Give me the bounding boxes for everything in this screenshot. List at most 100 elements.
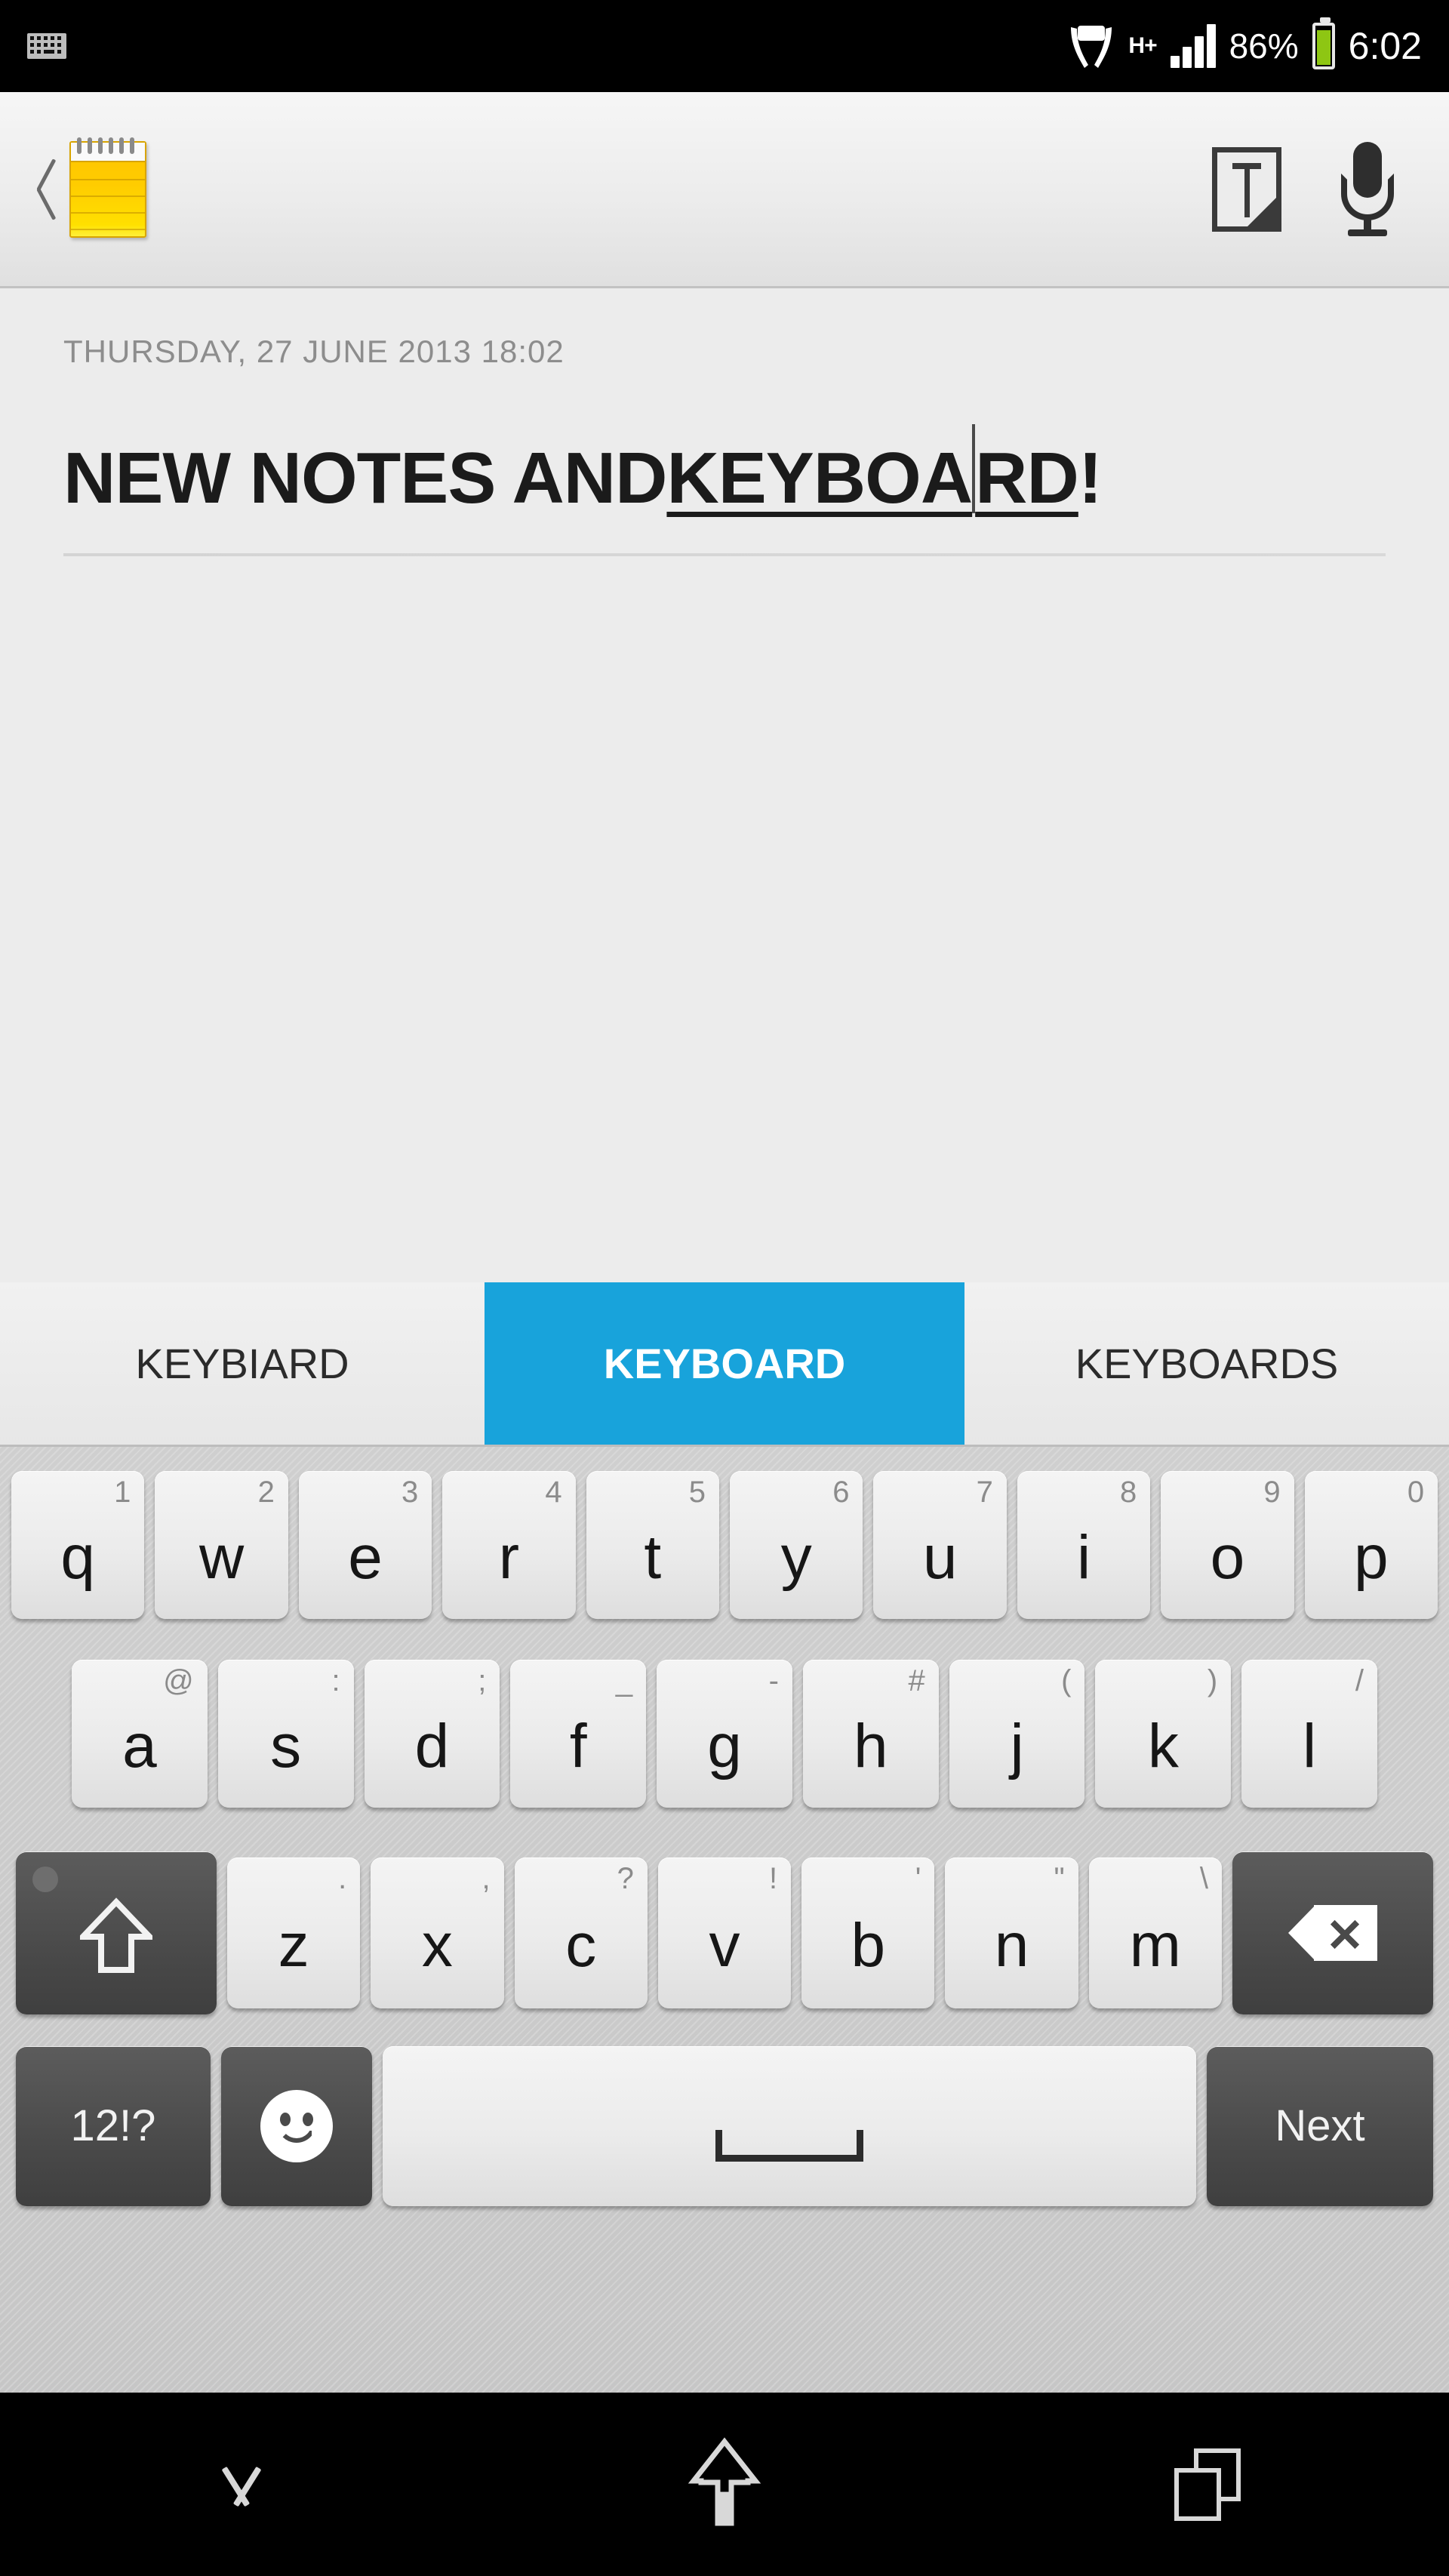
keyboard-icon [27,32,66,60]
key-i[interactable]: 8i [1017,1471,1151,1619]
key-hint: 0 [1407,1476,1425,1509]
note-title-composing-head: KEYBOA [666,438,973,519]
key-label: g [707,1712,742,1780]
key-d[interactable]: ; d [364,1660,500,1808]
key-label: m [1129,1911,1181,1980]
keyboard-row-3: .z ,x ? c ! v ' b " n \ m [0,1832,1449,2034]
suggestion-item-2[interactable]: KEYBOARDS [964,1282,1449,1445]
key-m[interactable]: \ m [1088,1857,1222,2008]
key-y[interactable]: 6y [730,1471,863,1619]
key-label: c [565,1911,597,1980]
row3-letters: .z ,x ? c ! v ' b " n \ m [222,1857,1227,2008]
key-s[interactable]: :s [217,1660,354,1808]
key-f[interactable]: _ f [510,1660,647,1808]
soft-keyboard: 1q 2w 3e 4r 5t 6y 7u 8i 9o 0p @ a :s ; d _… [0,1447,1449,2393]
emoji-key[interactable] [221,2046,372,2206]
note-editor[interactable]: THURSDAY, 27 JUNE 2013 18:02 NEW NOTES A… [0,288,1449,1282]
keyboard-row-1: 1q 2w 3e 4r 5t 6y 7u 8i 9o 0p [0,1447,1449,1636]
key-r[interactable]: 4r [442,1471,576,1619]
key-p[interactable]: 0p [1304,1471,1438,1619]
spacebar-icon [715,2130,863,2162]
note-title-text[interactable]: NEW NOTES AND KEYBOA RD ! [63,414,1386,520]
status-bar: H+ 86% 6:02 [0,0,1449,92]
home-icon [683,2437,766,2531]
key-k[interactable]: ) k [1095,1660,1232,1808]
back-chevron-icon[interactable] [21,148,56,231]
key-label: b [851,1911,886,1980]
handle-with-care-icon [1068,20,1115,72]
key-b[interactable]: ' b [801,1857,935,2008]
key-label: i [1076,1523,1091,1592]
suggestion-item-1[interactable]: KEYBOARD [485,1282,964,1445]
smiley-icon [260,2090,333,2162]
key-c[interactable]: ? c [514,1857,648,2008]
symbols-key-label: 12!? [70,2101,156,2150]
key-v[interactable]: ! v [657,1857,792,2008]
network-type-label: H+ [1128,33,1157,58]
key-label: s [270,1712,302,1780]
status-bar-left [27,32,66,60]
phone-screen: H+ 86% 6:02 THURSDAY, 27 JUNE 2013 18:02… [0,0,1449,2576]
suggestion-item-0[interactable]: KEYBIARD [0,1282,485,1445]
shift-arrow-icon [80,1897,152,1976]
backspace-key[interactable] [1232,1851,1433,2014]
key-t[interactable]: 5t [586,1471,720,1619]
key-label: w [199,1523,245,1592]
key-hint: / [1355,1664,1364,1697]
key-hint: , [481,1862,491,1895]
key-u[interactable]: 7u [873,1471,1007,1619]
backspace-icon [1288,1905,1377,1961]
key-label: d [414,1712,450,1780]
notepad-spiral [71,137,145,162]
key-h[interactable]: # h [802,1660,939,1808]
key-hint: \ [1199,1862,1208,1895]
key-label: f [569,1712,587,1780]
key-o[interactable]: 9o [1161,1471,1294,1619]
key-label: p [1354,1523,1389,1592]
key-g[interactable]: -g [657,1660,792,1808]
key-hint: 2 [257,1476,275,1509]
status-clock: 6:02 [1348,25,1422,67]
recent-apps-button[interactable] [1079,2393,1336,2576]
key-hint: 7 [976,1476,993,1509]
shift-state-indicator [32,1867,58,1892]
key-w[interactable]: 2w [155,1471,288,1619]
symbols-key[interactable]: 12!? [16,2046,211,2206]
key-hint: 4 [545,1476,562,1509]
key-a[interactable]: @ a [72,1660,208,1808]
shift-key[interactable] [16,1851,217,2014]
key-x[interactable]: ,x [371,1857,504,2008]
key-hint: 9 [1263,1476,1281,1509]
key-e[interactable]: 3e [298,1471,432,1619]
hide-keyboard-icon [202,2464,281,2506]
space-key[interactable] [383,2046,1196,2206]
key-hint: 1 [114,1476,131,1509]
key-hint: _ [615,1664,633,1697]
key-j[interactable]: (j [949,1660,1085,1808]
notepad-icon[interactable] [69,137,146,238]
voice-input-button[interactable] [1307,114,1428,265]
note-title-composing-tail: RD [975,438,1079,519]
key-hint: ' [915,1862,921,1895]
hide-keyboard-button[interactable] [113,2393,370,2576]
key-z[interactable]: .z [227,1857,361,2008]
key-l[interactable]: / l [1241,1660,1378,1808]
status-bar-right: H+ 86% 6:02 [1068,17,1422,72]
key-label: r [498,1523,520,1592]
note-title-punctuation: ! [1078,438,1103,519]
text-input-button[interactable] [1186,114,1307,265]
key-n[interactable]: " n [945,1857,1078,2008]
battery-percent-label: 86% [1229,26,1299,66]
battery-icon [1312,17,1335,69]
key-label: v [709,1911,740,1980]
enter-key[interactable]: Next [1207,2046,1433,2206]
text-input-icon [1212,146,1281,232]
key-label: k [1147,1712,1179,1780]
key-hint: ; [478,1664,487,1697]
title-divider [63,553,1386,556]
text-cursor [972,424,976,513]
key-q[interactable]: 1q [11,1471,145,1619]
key-label: y [780,1523,812,1592]
key-hint: - [768,1664,779,1697]
home-button[interactable] [596,2393,853,2576]
